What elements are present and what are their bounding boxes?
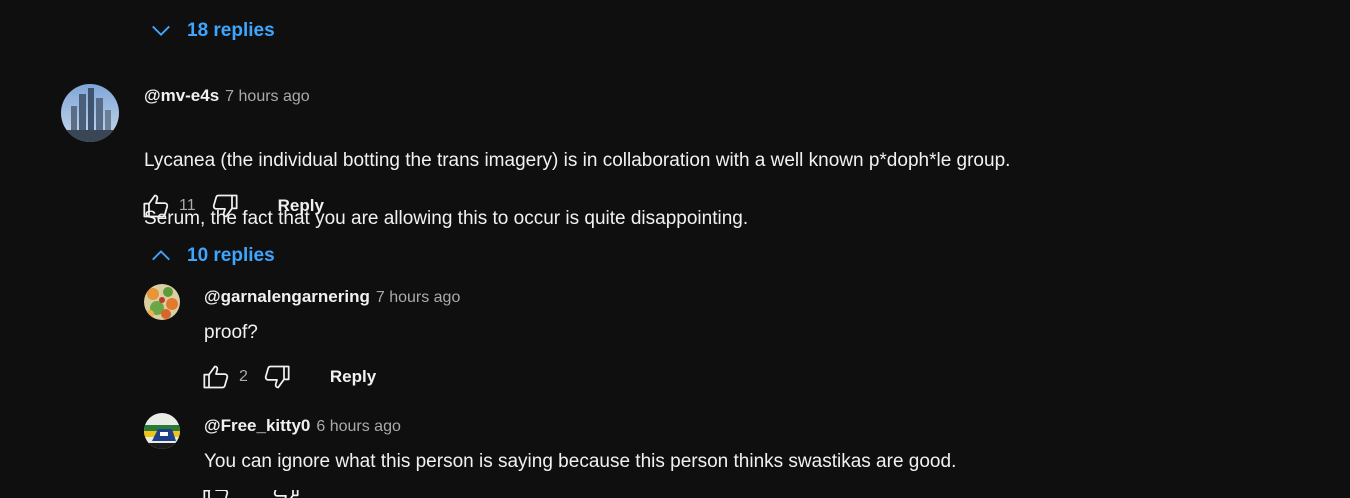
avatar-image bbox=[61, 84, 119, 142]
replies-count-label: 10 replies bbox=[187, 245, 275, 266]
like-button[interactable] bbox=[141, 191, 171, 221]
show-replies-button[interactable]: 18 replies bbox=[150, 20, 275, 42]
comment-actions: 11 Reply bbox=[141, 191, 324, 221]
avatar[interactable] bbox=[144, 413, 180, 449]
avatar[interactable] bbox=[61, 84, 119, 142]
reply-text: You can ignore what this person is sayin… bbox=[204, 451, 957, 472]
avatar-image bbox=[144, 413, 180, 449]
comment-header: @mv-e4s 7 hours ago bbox=[144, 86, 310, 106]
avatar[interactable] bbox=[144, 284, 180, 320]
comment-author[interactable]: @mv-e4s bbox=[144, 86, 219, 106]
comment-timestamp[interactable]: 7 hours ago bbox=[225, 88, 310, 106]
comment-text-line: Lycanea (the individual botting the tran… bbox=[144, 150, 1011, 171]
reply-header: @Free_kitty0 6 hours ago bbox=[204, 416, 401, 436]
like-count: 2 bbox=[239, 368, 248, 385]
like-count: 11 bbox=[179, 197, 196, 214]
thumbs-up-icon bbox=[203, 490, 229, 498]
reply-author[interactable]: @garnalengarnering bbox=[204, 287, 370, 307]
reply-actions: 2 Reply bbox=[201, 362, 376, 392]
reply-timestamp[interactable]: 7 hours ago bbox=[376, 289, 461, 307]
hide-replies-button[interactable]: 10 replies bbox=[150, 245, 275, 267]
dislike-button[interactable] bbox=[271, 490, 301, 498]
dislike-button[interactable] bbox=[262, 362, 292, 392]
reply-actions bbox=[201, 490, 301, 498]
reply-button[interactable]: Reply bbox=[330, 367, 376, 387]
thumbs-up-icon bbox=[143, 194, 169, 218]
reply-text: proof? bbox=[204, 322, 258, 343]
reply-author[interactable]: @Free_kitty0 bbox=[204, 416, 310, 436]
reply-timestamp[interactable]: 6 hours ago bbox=[316, 418, 401, 436]
reply-button[interactable]: Reply bbox=[278, 196, 324, 216]
reply-header: @garnalengarnering 7 hours ago bbox=[204, 287, 460, 307]
comment-text: Lycanea (the individual botting the tran… bbox=[144, 117, 1294, 262]
thumbs-down-icon bbox=[273, 490, 299, 498]
like-button[interactable] bbox=[201, 490, 231, 498]
like-button[interactable] bbox=[201, 362, 231, 392]
dislike-button[interactable] bbox=[210, 191, 240, 221]
avatar-image bbox=[144, 284, 180, 320]
replies-count-label: 18 replies bbox=[187, 20, 275, 41]
thumbs-down-icon bbox=[264, 365, 290, 389]
thumbs-down-icon bbox=[212, 194, 238, 218]
chevron-up-icon bbox=[152, 250, 170, 261]
thumbs-up-icon bbox=[203, 365, 229, 389]
chevron-down-icon bbox=[152, 25, 170, 36]
